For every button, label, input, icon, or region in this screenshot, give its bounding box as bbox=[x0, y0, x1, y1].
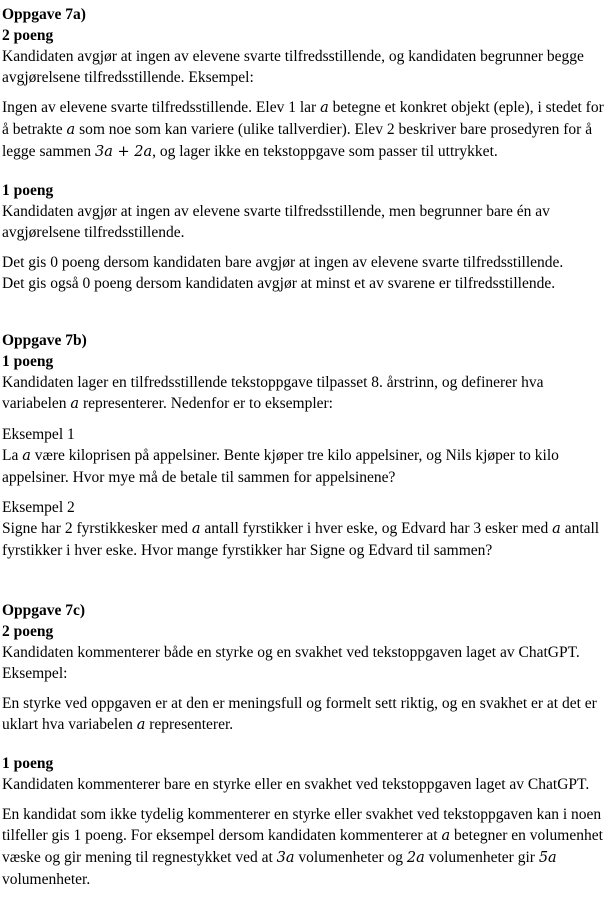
math-var: a bbox=[441, 828, 451, 844]
oppgave-7a-section: Oppgave 7a) 2 poeng Kandidaten avgjør at… bbox=[2, 4, 606, 294]
math-var: a bbox=[191, 521, 201, 537]
oppgave-7c-2-poeng-heading: 2 poeng bbox=[2, 623, 54, 640]
oppgave-7b-1-poeng-heading: 1 poeng bbox=[2, 353, 54, 370]
oppgave-7b-title: Oppgave 7b) bbox=[2, 332, 87, 349]
oppgave-7b-example-1-text: La a være kiloprisen på appelsiner. Bent… bbox=[2, 447, 559, 486]
oppgave-7a-2-poeng-intro: Kandidaten avgjør at ingen av elevene sv… bbox=[2, 48, 584, 86]
math-var: a bbox=[320, 100, 329, 116]
oppgave-7a-note-2: Det gis også 0 poeng dersom kandidaten a… bbox=[2, 275, 556, 292]
oppgave-7c-title: Oppgave 7c) bbox=[2, 602, 86, 619]
oppgave-7a-2-poeng-heading: 2 poeng bbox=[2, 27, 54, 44]
oppgave-7b-example-1-label: Eksempel 1 bbox=[2, 426, 75, 443]
oppgave-7a-title: Oppgave 7a) bbox=[2, 6, 86, 23]
oppgave-7a-note-1: Det gis 0 poeng dersom kandidaten bare a… bbox=[2, 254, 564, 271]
oppgave-7c-1-poeng-text: Kandidaten kommenterer bare en styrke el… bbox=[2, 776, 590, 793]
oppgave-7a-1-poeng-heading: 1 poeng bbox=[2, 182, 54, 199]
oppgave-7b-intro: Kandidaten lager en tilfredsstillende te… bbox=[2, 374, 544, 412]
math-var: a bbox=[66, 122, 76, 138]
math-expression: 2a bbox=[406, 850, 425, 866]
math-var: a bbox=[70, 396, 80, 412]
math-var: a bbox=[22, 448, 31, 464]
oppgave-7c-section: Oppgave 7c) 2 poeng Kandidaten kommenter… bbox=[2, 600, 606, 890]
oppgave-7b-example-2-text: Signe har 2 fyrstikkesker med a antall f… bbox=[2, 520, 600, 559]
oppgave-7a-1-poeng-text: Kandidaten avgjør at ingen av elevene sv… bbox=[2, 203, 550, 241]
oppgave-7b-section: Oppgave 7b) 1 poeng Kandidaten lager en … bbox=[2, 330, 606, 561]
oppgave-7c-2-poeng-example: En styrke ved oppgaven er at den er meni… bbox=[2, 695, 597, 733]
math-expression: 3a bbox=[276, 850, 295, 866]
oppgave-7b-example-2-label: Eksempel 2 bbox=[2, 499, 75, 516]
oppgave-7a-2-poeng-example: Ingen av elevene svarte tilfredsstillend… bbox=[2, 99, 604, 160]
document-page: Oppgave 7a) 2 poeng Kandidaten avgjør at… bbox=[0, 0, 609, 890]
math-expression: 5a bbox=[538, 850, 557, 866]
oppgave-7c-1-poeng-heading: 1 poeng bbox=[2, 755, 54, 772]
oppgave-7c-2-poeng-intro: Kandidaten kommenterer både en styrke og… bbox=[2, 644, 580, 682]
math-expression: 3a + 2a bbox=[94, 144, 153, 160]
math-var: a bbox=[552, 521, 561, 537]
oppgave-7c-note: En kandidat som ikke tydelig kommenterer… bbox=[2, 806, 603, 888]
